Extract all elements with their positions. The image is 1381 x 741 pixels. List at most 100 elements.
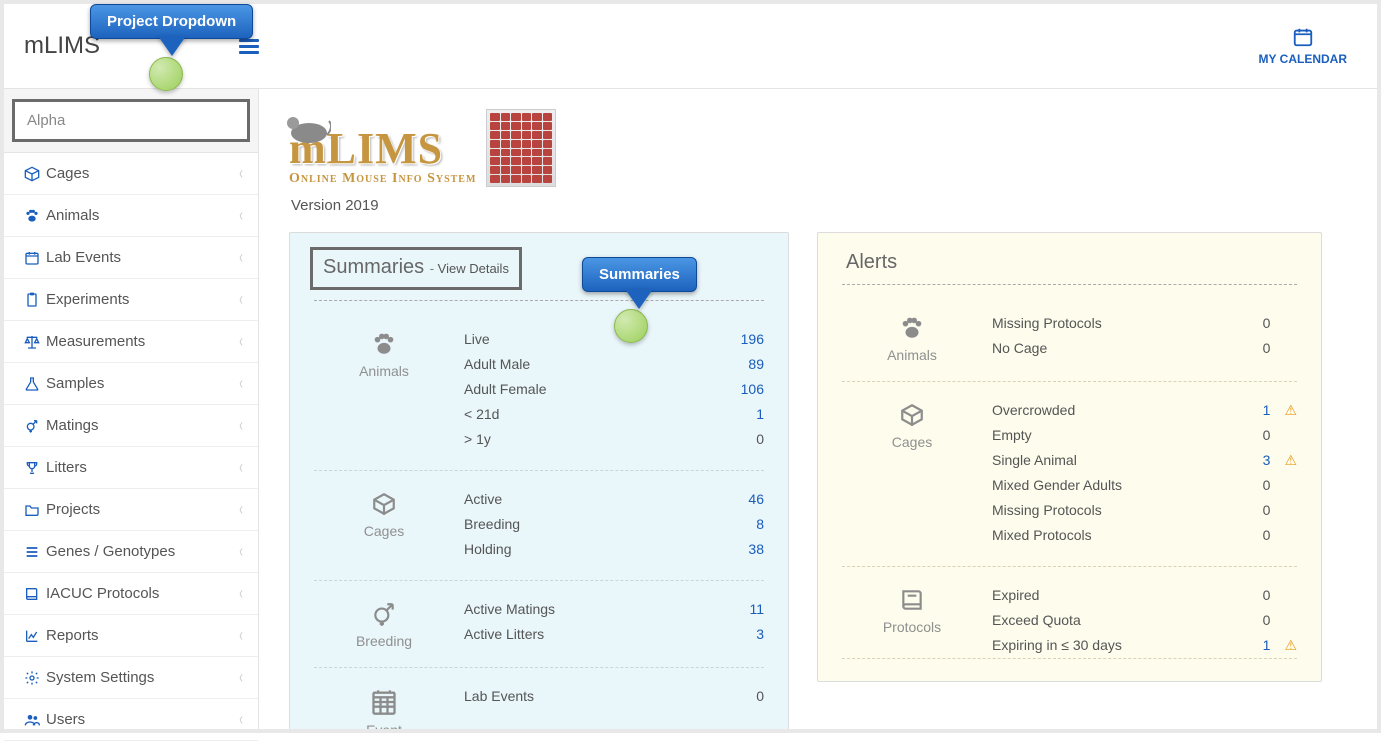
- gender-icon: [369, 601, 399, 627]
- summaries-view-details-link[interactable]: View Details: [438, 261, 509, 276]
- sidebar-item-label: Genes / Genotypes: [46, 543, 238, 560]
- value-link[interactable]: 3: [1263, 452, 1271, 468]
- data-row: Active 46: [464, 487, 764, 512]
- sidebar-item-system-settings[interactable]: System Settings‹: [4, 657, 258, 699]
- row-label: Active Litters: [464, 624, 544, 645]
- box-icon: [24, 166, 46, 182]
- callout-target-dot: [614, 309, 648, 343]
- folder-icon: [24, 502, 46, 518]
- data-row: Mixed Gender Adults0⚠: [992, 473, 1297, 498]
- gear-icon: [24, 670, 46, 686]
- chevron-left-icon: ‹: [239, 331, 243, 352]
- row-label: Expired: [992, 585, 1039, 606]
- sidebar-item-litters[interactable]: Litters‹: [4, 447, 258, 489]
- row-label: Expiring in ≤ 30 days: [992, 635, 1122, 656]
- chevron-left-icon: ‹: [239, 163, 243, 184]
- callout-summaries: Summaries: [582, 257, 697, 292]
- row-label: Active Matings: [464, 599, 555, 620]
- row-label: Mixed Gender Adults: [992, 475, 1122, 496]
- data-row: Exceed Quota0⚠: [992, 608, 1297, 633]
- scale-icon: [24, 334, 46, 350]
- row-label: Empty: [992, 425, 1032, 446]
- value-link[interactable]: 11: [749, 601, 764, 617]
- sidebar-item-samples[interactable]: Samples‹: [4, 363, 258, 405]
- rack-graphic: [486, 109, 556, 187]
- row-label: > 1y: [464, 429, 491, 450]
- alerts-title: Alerts: [842, 251, 1297, 285]
- data-row: Single Animal3⚠: [992, 448, 1297, 473]
- data-row: Lab Events 0: [464, 684, 764, 709]
- sidebar-item-label: Users: [46, 711, 238, 728]
- value-link[interactable]: 3: [756, 626, 764, 642]
- sidebar-item-lab-events[interactable]: Lab Events‹: [4, 237, 258, 279]
- row-label: Active: [464, 489, 502, 510]
- chevron-left-icon: ‹: [239, 247, 243, 268]
- book-icon: [24, 586, 46, 602]
- flask-icon: [24, 376, 46, 392]
- sidebar-item-reports[interactable]: Reports‹: [4, 615, 258, 657]
- chevron-left-icon: ‹: [239, 583, 243, 604]
- row-label: Live: [464, 329, 490, 350]
- value-link[interactable]: 106: [741, 381, 764, 397]
- value-text: 0: [1263, 527, 1271, 543]
- sidebar-item-label: Experiments: [46, 291, 238, 308]
- value-link[interactable]: 1: [1263, 637, 1271, 653]
- chevron-left-icon: ‹: [239, 709, 243, 730]
- data-row: Expired0⚠: [992, 583, 1297, 608]
- sidebar-item-label: Samples: [46, 375, 238, 392]
- data-row: Expiring in ≤ 30 days1⚠: [992, 633, 1297, 658]
- calendar-grid-icon: [369, 688, 399, 716]
- value-link[interactable]: 38: [748, 541, 764, 557]
- value-link[interactable]: 46: [748, 491, 764, 507]
- sidebar-item-users[interactable]: Users‹: [4, 699, 258, 741]
- chevron-left-icon: ‹: [239, 415, 243, 436]
- data-row: No Cage0⚠: [992, 336, 1297, 361]
- row-label: Mixed Protocols: [992, 525, 1092, 546]
- sidebar-item-label: Measurements: [46, 333, 238, 350]
- value-link[interactable]: 89: [748, 356, 764, 372]
- value-link[interactable]: 1: [756, 406, 764, 422]
- sidebar-item-measurements[interactable]: Measurements‹: [4, 321, 258, 363]
- value-text: 0: [756, 688, 764, 704]
- my-calendar-link[interactable]: MY CALENDAR: [1259, 26, 1347, 66]
- alerts-protocols-label: Protocols: [883, 619, 941, 635]
- row-label: Lab Events: [464, 686, 534, 707]
- data-row: Breeding8: [464, 512, 764, 537]
- row-label: Holding: [464, 539, 511, 560]
- value-text: 0: [1263, 340, 1271, 356]
- data-row: Missing Protocols0⚠: [992, 311, 1297, 336]
- sidebar-item-experiments[interactable]: Experiments‹: [4, 279, 258, 321]
- app-logo: mLIMS Online Mouse Info System: [289, 109, 1347, 187]
- value-link[interactable]: 1: [1263, 402, 1271, 418]
- sidebar-item-projects[interactable]: Projects‹: [4, 489, 258, 531]
- data-row: Active Litters 3: [464, 622, 764, 647]
- sidebar-item-genes-genotypes[interactable]: Genes / Genotypes‹: [4, 531, 258, 573]
- gender-icon: [24, 418, 46, 434]
- data-row: > 1y0: [464, 427, 764, 452]
- row-label: Overcrowded: [992, 400, 1075, 421]
- calendar-icon: [24, 250, 46, 266]
- project-dropdown[interactable]: Alpha: [12, 99, 250, 142]
- box-icon: [897, 402, 927, 428]
- sidebar-item-matings[interactable]: Matings‹: [4, 405, 258, 447]
- sidebar-item-iacuc-protocols[interactable]: IACUC Protocols‹: [4, 573, 258, 615]
- callout-target-dot: [149, 57, 183, 91]
- value-link[interactable]: 196: [741, 331, 764, 347]
- value-text: 0: [1263, 612, 1271, 628]
- box-icon: [369, 491, 399, 517]
- data-row: Overcrowded 1 ⚠: [992, 398, 1297, 423]
- summaries-panel: Summaries - View Details Animals Live196…: [289, 232, 789, 729]
- value-text: 0: [1263, 477, 1271, 493]
- row-label: < 21d: [464, 404, 499, 425]
- value-text: 0: [1263, 587, 1271, 603]
- value-link[interactable]: 8: [756, 516, 764, 532]
- summaries-event-label: Event: [366, 722, 402, 729]
- sidebar-item-animals[interactable]: Animals‹: [4, 195, 258, 237]
- value-text: 0: [1263, 315, 1271, 331]
- users-icon: [24, 712, 46, 728]
- chevron-left-icon: ‹: [239, 625, 243, 646]
- warning-icon: ⚠: [1284, 402, 1297, 418]
- sidebar-item-label: Reports: [46, 627, 238, 644]
- chevron-left-icon: ‹: [239, 499, 243, 520]
- sidebar-item-cages[interactable]: Cages‹: [4, 153, 258, 195]
